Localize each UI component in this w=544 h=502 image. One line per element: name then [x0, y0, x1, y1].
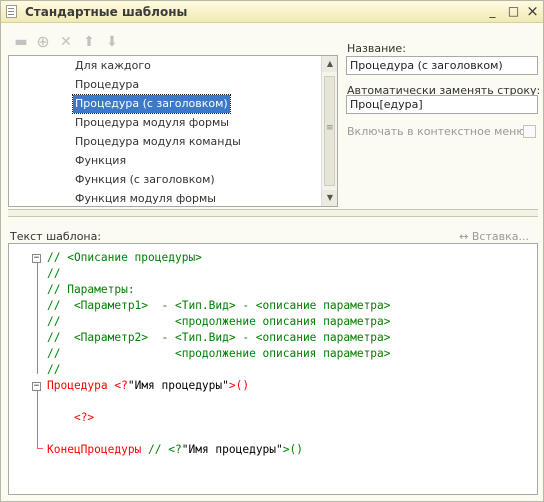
- add-folder-icon[interactable]: ▬: [13, 34, 29, 50]
- editor-label: Текст шаблона:: [10, 230, 102, 243]
- scroll-down-icon[interactable]: ▼: [322, 190, 337, 206]
- collapse-icon[interactable]: −: [32, 382, 41, 391]
- code-token: //: [47, 363, 61, 376]
- code-token: "Имя процедуры": [127, 379, 229, 392]
- fold-range-line: [37, 387, 38, 449]
- code-line[interactable]: // Параметры:: [47, 282, 135, 298]
- list-item[interactable]: Функция модуля формы: [73, 190, 218, 206]
- code-line[interactable]: // <Параметр1> - <Тип.Вид> - <описание п…: [47, 298, 391, 314]
- list-item-selected[interactable]: Процедура (с заголовком): [72, 94, 231, 114]
- code-token: // <продолжение описания параметра>: [47, 315, 391, 328]
- context-menu-label: Включать в контекстное меню: [347, 125, 526, 138]
- autoreplace-field[interactable]: Проц[едура]: [346, 95, 538, 114]
- title-bar[interactable]: Стандартные шаблоны _ □ ×: [1, 1, 543, 23]
- maximize-button[interactable]: □: [506, 4, 521, 19]
- code-token: Процедура: [47, 379, 115, 392]
- list-item[interactable]: Процедура: [73, 76, 141, 94]
- collapse-icon[interactable]: −: [32, 254, 41, 263]
- add-icon[interactable]: ⊕: [35, 34, 51, 50]
- code-line[interactable]: <?>: [47, 410, 94, 426]
- code-token: <?: [114, 379, 128, 392]
- fold-end-mark: [37, 448, 43, 449]
- code-token: // Параметры:: [47, 283, 135, 296]
- code-token: // <Параметр2> - <Тип.Вид> - <описание п…: [47, 331, 391, 344]
- list-item[interactable]: Процедура модуля формы: [73, 114, 231, 132]
- code-line[interactable]: // <продолжение описания параметра>: [47, 346, 391, 362]
- delete-icon[interactable]: ✕: [58, 34, 74, 50]
- code-token: КонецПроцедуры: [47, 443, 149, 456]
- name-label: Название:: [347, 42, 406, 55]
- code-token: >(): [228, 379, 250, 392]
- list-scrollbar[interactable]: ▲ ▼: [321, 56, 337, 206]
- close-button[interactable]: ×: [525, 4, 540, 19]
- code-line[interactable]: // <Описание процедуры>: [47, 250, 202, 266]
- standard-templates-window: Стандартные шаблоны _ □ × ▬ ⊕ ✕ ⬆ ⬇ Для …: [0, 0, 544, 502]
- template-text-editor[interactable]: − − // <Описание процедуры> // // Параметр…: [8, 243, 538, 495]
- scroll-thumb[interactable]: [324, 76, 335, 186]
- move-down-icon[interactable]: ⬇: [104, 34, 120, 50]
- code-line[interactable]: КонецПроцедуры // <?"Имя процедуры">(): [47, 442, 303, 458]
- code-line[interactable]: // <продолжение описания параметра>: [47, 314, 391, 330]
- window-title: Стандартные шаблоны: [25, 5, 188, 19]
- move-up-icon[interactable]: ⬆: [81, 34, 97, 50]
- code-token: // <Описание процедуры>: [47, 251, 202, 264]
- horizontal-splitter[interactable]: [8, 209, 538, 217]
- code-token: "Имя процедуры": [181, 443, 283, 456]
- list-item[interactable]: Для каждого: [73, 57, 153, 75]
- code-token: // <продолжение описания параметра>: [47, 347, 391, 360]
- code-line[interactable]: // <Параметр2> - <Тип.Вид> - <описание п…: [47, 330, 391, 346]
- code-token: //: [47, 267, 61, 280]
- code-token: // <?: [148, 443, 182, 456]
- window-document-icon: [6, 5, 17, 18]
- list-item[interactable]: Процедура модуля команды: [73, 133, 243, 151]
- minimize-button[interactable]: _: [485, 4, 500, 19]
- code-line[interactable]: Процедура <?"Имя процедуры">(): [47, 378, 249, 394]
- scroll-up-icon[interactable]: ▲: [322, 56, 337, 72]
- fold-range-line: [37, 259, 38, 374]
- template-list[interactable]: Для каждого Процедура Процедура (с загол…: [8, 55, 338, 207]
- paste-button[interactable]: ↔ Вставка...: [459, 230, 529, 243]
- code-token: >(): [282, 443, 303, 456]
- list-item[interactable]: Функция (с заголовком): [73, 171, 217, 189]
- code-line[interactable]: //: [47, 362, 60, 378]
- code-token: // <Параметр1> - <Тип.Вид> - <описание п…: [47, 299, 391, 312]
- code-token: <?>: [73, 411, 95, 424]
- code-line[interactable]: //: [47, 266, 60, 282]
- list-item[interactable]: Функция: [73, 152, 128, 170]
- context-menu-checkbox[interactable]: [523, 125, 536, 138]
- name-field[interactable]: Процедура (с заголовком): [346, 56, 538, 75]
